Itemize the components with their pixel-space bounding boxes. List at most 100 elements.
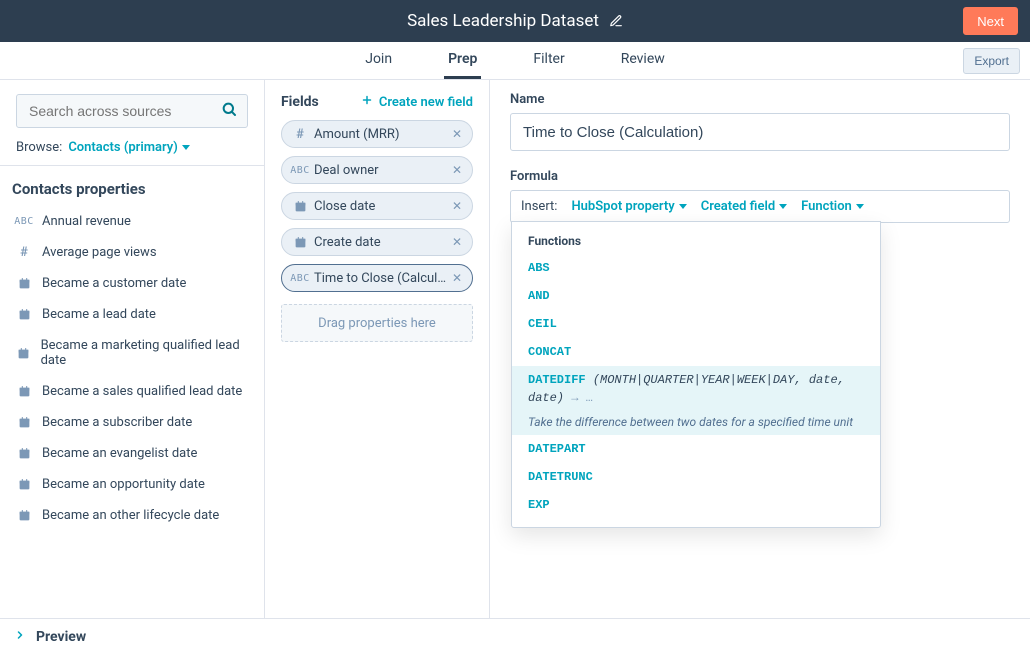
plus-icon — [361, 94, 373, 110]
tab-review[interactable]: Review — [617, 42, 669, 79]
function-description: Take the difference between two dates fo… — [512, 412, 880, 435]
property-label: Became a lead date — [42, 307, 156, 322]
date-type-icon — [16, 385, 32, 398]
chevron-right-icon — [14, 629, 26, 645]
browse-source-value: Contacts (primary) — [68, 140, 178, 155]
main: Browse: Contacts (primary) Contacts prop… — [0, 80, 1030, 654]
dropzone-label: Drag properties here — [318, 316, 436, 331]
date-type-icon — [292, 236, 308, 249]
function-name: ABS — [528, 261, 550, 275]
function-dropdown-heading: Functions — [512, 230, 880, 254]
text-type-icon: ABC — [292, 165, 308, 176]
search-input[interactable] — [27, 102, 221, 120]
fields-dropzone[interactable]: Drag properties here — [281, 304, 473, 342]
date-type-icon — [16, 447, 32, 460]
remove-field-icon[interactable]: ✕ — [450, 271, 464, 285]
field-pill-list: #Amount (MRR)✕ABCDeal owner✕Close date✕C… — [265, 120, 489, 292]
formula-box[interactable]: Insert: HubSpot property Created field F… — [510, 190, 1010, 223]
editor-panel: Name Formula Insert: HubSpot property Cr… — [490, 80, 1030, 654]
chevron-down-icon — [856, 204, 864, 209]
property-item[interactable]: Became a subscriber date — [6, 407, 258, 438]
preview-label: Preview — [36, 629, 86, 645]
function-item[interactable]: EXP — [512, 491, 880, 519]
property-item[interactable]: Became a sales qualified lead date — [6, 376, 258, 407]
create-new-field-link[interactable]: Create new field — [361, 94, 473, 110]
function-item[interactable]: DATEPART — [512, 435, 880, 463]
insert-hubspot-property[interactable]: HubSpot property — [571, 199, 686, 214]
field-pill[interactable]: Close date✕ — [281, 192, 473, 220]
property-label: Became a marketing qualified lead date — [41, 338, 248, 368]
tab-filter[interactable]: Filter — [529, 42, 568, 79]
insert-function[interactable]: Function — [801, 199, 864, 214]
field-pill-label: Time to Close (Calculation) — [314, 271, 450, 286]
remove-field-icon[interactable]: ✕ — [450, 163, 464, 177]
property-label: Average page views — [42, 245, 157, 260]
function-item[interactable]: CEIL — [512, 310, 880, 338]
property-item[interactable]: Became a customer date — [6, 268, 258, 299]
property-item[interactable]: ABCAnnual revenue — [6, 206, 258, 237]
date-type-icon — [16, 478, 32, 491]
tabs-row: Join Prep Filter Review Export — [0, 42, 1030, 80]
preview-bar[interactable]: Preview — [0, 618, 1030, 654]
function-item[interactable]: CONCAT — [512, 338, 880, 366]
function-name: DATEPART — [528, 442, 586, 456]
function-arrow: → … — [564, 391, 593, 405]
browse-source-select[interactable]: Contacts (primary) — [68, 140, 190, 155]
field-pill[interactable]: ABCDeal owner✕ — [281, 156, 473, 184]
function-name: DATEDIFF — [528, 373, 586, 387]
property-item[interactable]: Became an opportunity date — [6, 469, 258, 500]
insert-created-field[interactable]: Created field — [701, 199, 787, 214]
field-pill-label: Close date — [314, 199, 450, 214]
function-dropdown[interactable]: Functions ABS ANDCEILCONCATDATEDIFF (MONT… — [511, 221, 881, 528]
date-type-icon — [16, 277, 32, 290]
text-type-icon: ABC — [292, 273, 308, 284]
date-type-icon — [16, 347, 31, 360]
function-item[interactable]: ABS — [512, 254, 880, 282]
property-item[interactable]: #Average page views — [6, 237, 258, 268]
browse-label: Browse: — [16, 140, 62, 155]
property-label: Became an opportunity date — [42, 477, 205, 492]
page-title-wrap: Sales Leadership Dataset — [407, 11, 623, 31]
property-item[interactable]: Became an other lifecycle date — [6, 500, 258, 531]
property-item[interactable]: Became a lead date — [6, 299, 258, 330]
name-input[interactable] — [510, 113, 1010, 151]
topbar: Sales Leadership Dataset Next — [0, 0, 1030, 42]
date-type-icon — [292, 200, 308, 213]
chevron-down-icon — [779, 204, 787, 209]
edit-title-icon[interactable] — [609, 14, 623, 28]
remove-field-icon[interactable]: ✕ — [450, 127, 464, 141]
property-label: Became a sales qualified lead date — [42, 384, 242, 399]
function-item[interactable]: DATETRUNC — [512, 463, 880, 491]
fields-heading: Fields — [281, 94, 319, 110]
function-item[interactable]: DATEDIFF (MONTH|QUARTER|YEAR|WEEK|DAY, d… — [512, 366, 880, 412]
properties-list: ABCAnnual revenue#Average page views Beca… — [0, 206, 264, 531]
formula-label: Formula — [510, 169, 1010, 184]
insert-function-label: Function — [801, 199, 852, 214]
insert-label: Insert: — [521, 199, 557, 214]
property-item[interactable]: Became an evangelist date — [6, 438, 258, 469]
number-type-icon: # — [292, 127, 308, 142]
function-item[interactable]: AND — [512, 282, 880, 310]
remove-field-icon[interactable]: ✕ — [450, 235, 464, 249]
tab-join[interactable]: Join — [361, 42, 396, 79]
export-button[interactable]: Export — [963, 48, 1020, 74]
date-type-icon — [16, 308, 32, 321]
create-new-field-label: Create new field — [379, 95, 473, 110]
date-type-icon — [16, 416, 32, 429]
property-label: Annual revenue — [42, 214, 131, 229]
tabs: Join Prep Filter Review — [0, 42, 1030, 79]
chevron-down-icon — [679, 204, 687, 209]
browse-row: Browse: Contacts (primary) — [0, 134, 264, 165]
field-pill[interactable]: #Amount (MRR)✕ — [281, 120, 473, 148]
field-pill-label: Create date — [314, 235, 450, 250]
property-item[interactable]: Became a marketing qualified lead date — [6, 330, 258, 376]
search-box[interactable] — [16, 94, 248, 128]
field-pill[interactable]: ABC Time to Close (Calculation)✕ — [281, 264, 473, 292]
next-button[interactable]: Next — [963, 7, 1018, 35]
remove-field-icon[interactable]: ✕ — [450, 199, 464, 213]
property-label: Became a customer date — [42, 276, 186, 291]
function-name: EXP — [528, 498, 550, 512]
field-pill[interactable]: Create date✕ — [281, 228, 473, 256]
chevron-down-icon — [182, 145, 190, 150]
tab-prep[interactable]: Prep — [444, 42, 481, 79]
